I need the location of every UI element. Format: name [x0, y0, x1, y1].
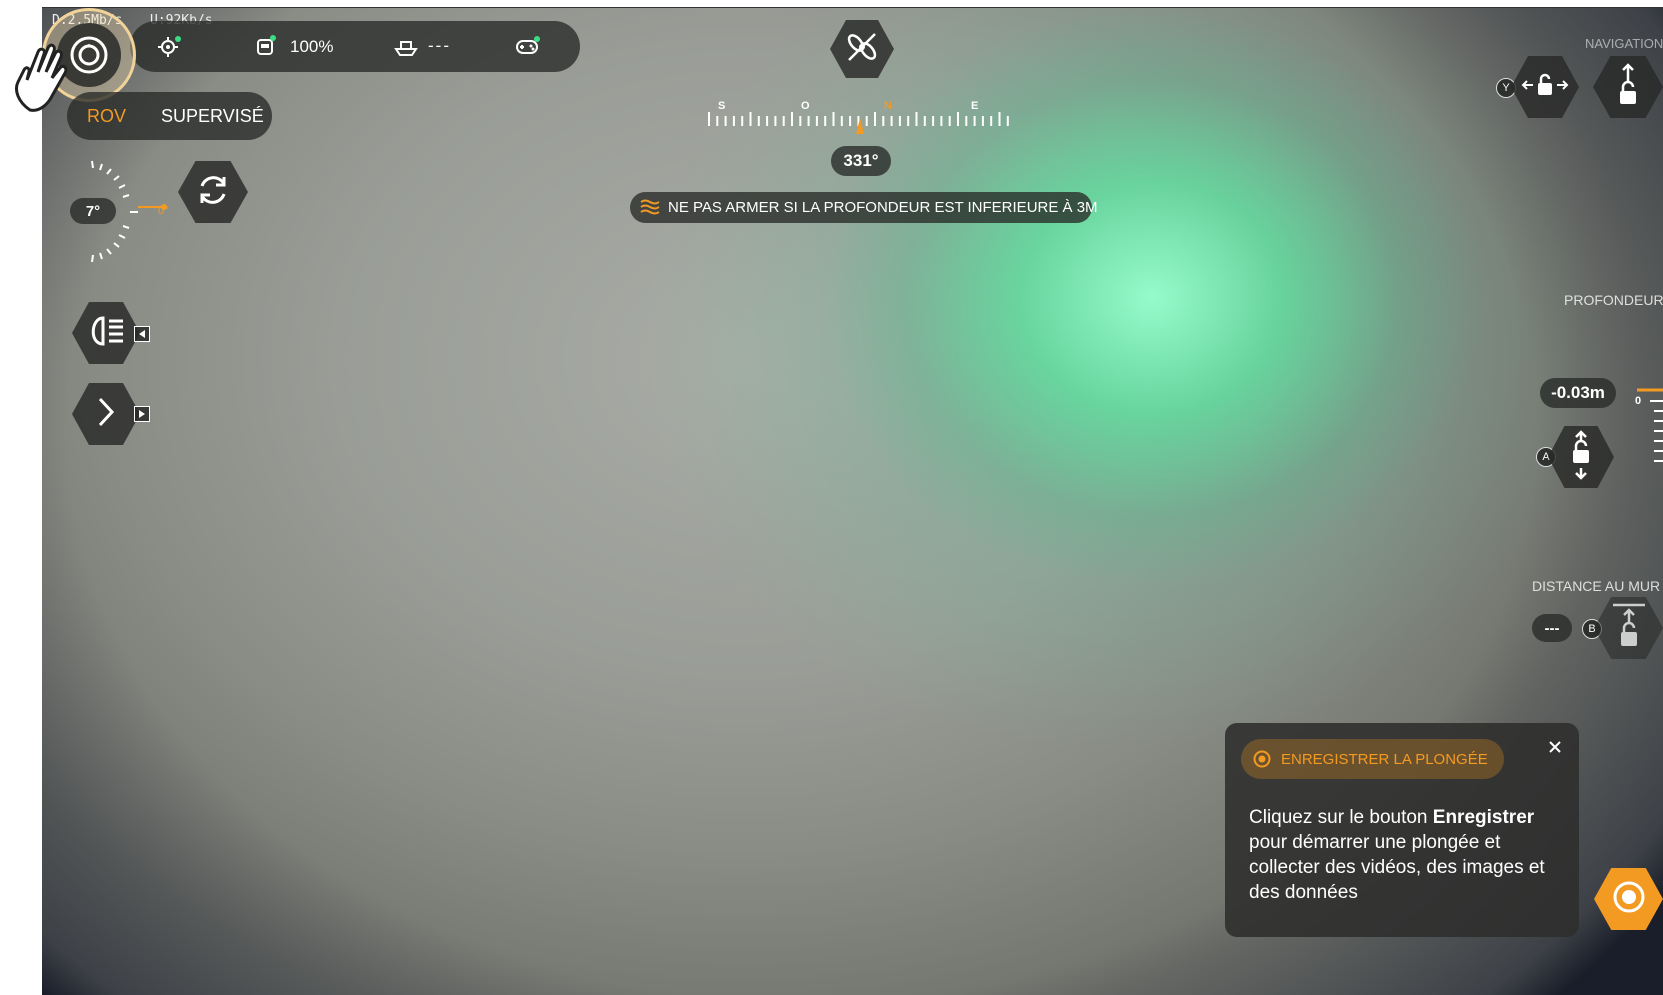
compass-strip: S O N E — [705, 100, 1015, 136]
tooltip-title: ENREGISTRER LA PLONGÉE — [1281, 750, 1488, 768]
vertical-lock-icon — [1615, 62, 1641, 112]
record-icon — [1611, 879, 1647, 920]
waves-icon — [640, 199, 660, 220]
status-bar: 100% --- — [130, 21, 580, 72]
compass-letter-s: S — [718, 100, 726, 112]
headlight-icon — [85, 315, 127, 352]
chevron-right-icon — [94, 396, 118, 433]
record-tooltip: ENREGISTRER LA PLONGÉE Cliquez sur le bo… — [1225, 723, 1579, 937]
battery-percentage: 100% — [290, 37, 334, 56]
depth-warning-banner: NE PAS ARMER SI LA PROFONDEUR EST INFERI… — [630, 192, 1098, 223]
mode-supervised[interactable]: SUPERVISÉ — [161, 106, 264, 127]
mode-selector: ROV SUPERVISÉ — [67, 92, 272, 140]
tooltip-body-rest: pour démarrer une plongée et collecter d… — [1249, 832, 1545, 903]
tooltip-body: Cliquez sur le bouton Enregistrer pour d… — [1249, 805, 1565, 905]
compass-letter-o: O — [801, 100, 810, 112]
compass-letter-e: E — [971, 100, 979, 112]
robot-battery-icon — [254, 34, 278, 63]
pitch-zero-label: 0° — [158, 205, 169, 217]
depth-lock-icon — [1568, 429, 1594, 485]
depth-value: -0.03m — [1540, 378, 1616, 408]
gps-icon — [158, 35, 184, 64]
distance-lock-icon — [1611, 602, 1647, 655]
tooltip-body-bold: Enregistrer — [1432, 807, 1535, 828]
next-increase-key[interactable] — [134, 406, 150, 422]
navigation-lock-icon — [1521, 70, 1569, 105]
gamepad-icon — [514, 35, 542, 62]
pitch-value: 7° — [70, 198, 116, 224]
navigation-label: NAVIGATION — [1585, 36, 1663, 51]
headlight-decrease-key[interactable] — [134, 326, 150, 342]
close-icon[interactable] — [1545, 737, 1565, 757]
distance-value: --- — [1532, 614, 1572, 642]
propeller-off-icon — [844, 29, 880, 70]
depth-scale-zero: 0 — [1635, 395, 1642, 407]
warning-text: NE PAS ARMER SI LA PROFONDEUR EST INFERI… — [668, 199, 1098, 216]
compass-letter-n: N — [884, 100, 892, 112]
mode-rov[interactable]: ROV — [87, 106, 126, 127]
heading-marker — [856, 118, 864, 134]
record-icon — [1253, 750, 1271, 768]
boat-icon — [394, 36, 418, 63]
pitch-indicator: 7° 0° — [68, 155, 178, 267]
heading-value: 331° — [831, 146, 891, 176]
refresh-icon — [194, 171, 232, 214]
depth-scale: 0 — [1632, 385, 1663, 475]
tooltip-body-text: Cliquez sur le bouton — [1249, 807, 1433, 828]
distance-label: DISTANCE AU MUR — [1532, 578, 1661, 594]
tooltip-title-pill: ENREGISTRER LA PLONGÉE — [1241, 739, 1504, 779]
boat-status-value: --- — [428, 36, 451, 55]
depth-label: PROFONDEUR — [1564, 292, 1663, 308]
